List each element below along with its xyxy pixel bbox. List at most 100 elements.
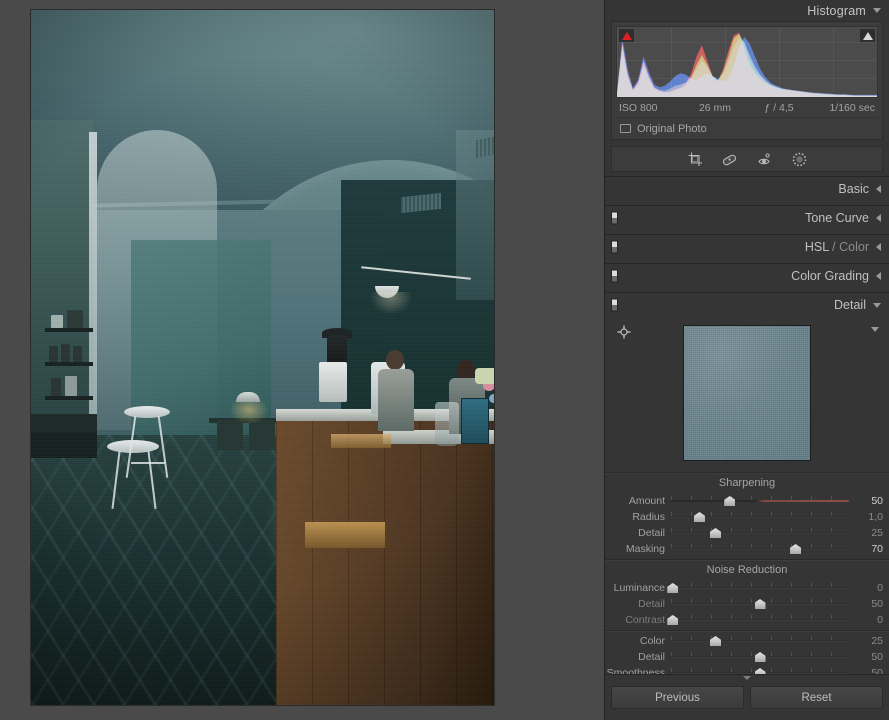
- develop-right-panel: Histogram ISO 800 26 mm ƒ / 4,5 1/160 se…: [604, 0, 889, 720]
- highlight-clipping-triangle: [862, 31, 873, 40]
- loupe-target-icon[interactable]: [617, 325, 631, 339]
- slider-value[interactable]: 50: [849, 495, 883, 507]
- chevron-down-icon[interactable]: [873, 302, 881, 308]
- previous-button[interactable]: Previous: [611, 686, 744, 709]
- detail-zoom-preview[interactable]: [683, 325, 811, 461]
- slider-track-area[interactable]: [671, 493, 849, 508]
- bandage-icon[interactable]: [721, 151, 738, 168]
- photo-canvas: [0, 0, 604, 720]
- slider-masking[interactable]: Masking 70: [605, 541, 889, 556]
- lightroom-develop-window: Histogram ISO 800 26 mm ƒ / 4,5 1/160 se…: [0, 0, 889, 720]
- slider-color[interactable]: Color 25: [605, 633, 889, 648]
- preview-toggle-chevron-down-icon[interactable]: [871, 327, 879, 332]
- slider-value[interactable]: 25: [849, 635, 883, 647]
- panel-header-color-grading[interactable]: Color Grading: [605, 264, 889, 288]
- slider-track-area[interactable]: [671, 649, 849, 664]
- slider-track-area[interactable]: [667, 612, 849, 627]
- panel-collapse-chevron-icon[interactable]: [743, 676, 751, 680]
- panel-header-basic[interactable]: Basic: [605, 177, 889, 201]
- collapsed-panel-list: Basic Tone Curve HSL / Color Color Grading D…: [605, 176, 889, 317]
- original-photo-checkbox-icon[interactable]: [620, 124, 631, 133]
- slider-value[interactable]: 0: [849, 614, 883, 626]
- slider-value[interactable]: 50: [849, 598, 883, 610]
- panel-title: HSL / Color: [804, 240, 869, 254]
- slider-radius[interactable]: Radius 1,0: [605, 509, 889, 524]
- panel-enable-switch[interactable]: [611, 298, 618, 312]
- slider-label: Masking: [625, 542, 665, 555]
- panel-title: Detail: [834, 298, 866, 312]
- detail-panel-body: Sharpening Amount 50 Radius 1,0 Detail 25 Mask…: [605, 317, 889, 674]
- highlight-clipping-button[interactable]: [860, 29, 875, 42]
- slider-track-area[interactable]: [671, 665, 849, 674]
- slider-label: Amount: [628, 494, 665, 507]
- divider: [605, 472, 889, 473]
- chevron-left-icon[interactable]: [876, 243, 881, 251]
- slider-label: Detail: [638, 597, 665, 610]
- slider-track-area[interactable]: [667, 580, 849, 595]
- histogram-header[interactable]: Histogram: [605, 0, 889, 21]
- slider-label: Detail: [638, 650, 665, 663]
- slider-value[interactable]: 50: [849, 651, 883, 663]
- panel-header-tone-curve[interactable]: Tone Curve: [605, 206, 889, 230]
- slider-luminance[interactable]: Luminance 0: [605, 580, 889, 595]
- cafe-interior-photo[interactable]: [31, 10, 494, 705]
- slider-detail[interactable]: Detail 25: [605, 525, 889, 540]
- slider-label: Radius: [632, 510, 665, 523]
- slider-track-area[interactable]: [671, 596, 849, 611]
- detail-preview-row: [605, 317, 889, 469]
- shadow-clipping-button[interactable]: [619, 29, 634, 42]
- sharpening-group-label: Sharpening: [718, 477, 776, 489]
- histogram-title: Histogram: [807, 3, 866, 18]
- shadow-clipping-triangle: [621, 31, 632, 40]
- sharpening-sliders: Amount 50 Radius 1,0 Detail 25 Masking 70: [605, 493, 889, 556]
- color-noise-sliders: Color 25 Detail 50 Smoothness 50: [605, 633, 889, 674]
- slider-track-area[interactable]: [671, 509, 849, 524]
- panel-title: Tone Curve: [805, 211, 869, 225]
- panel-enable-switch[interactable]: [611, 240, 618, 254]
- histogram-plot[interactable]: [616, 26, 878, 98]
- divider: [605, 630, 889, 631]
- vignette: [31, 10, 494, 705]
- panel-header-detail[interactable]: Detail: [605, 293, 889, 317]
- panel-header-hsl[interactable]: HSL / Color: [605, 235, 889, 259]
- luminance-noise-sliders: Luminance 0 Detail 50 Contrast 0: [605, 580, 889, 627]
- crop-icon[interactable]: [686, 151, 703, 168]
- chevron-left-icon[interactable]: [876, 272, 881, 280]
- slider-track-area[interactable]: [671, 525, 849, 540]
- panel-enable-switch[interactable]: [611, 269, 618, 283]
- masking-circle-icon[interactable]: [791, 151, 808, 168]
- slider-track: [671, 548, 849, 550]
- slider-value[interactable]: 70: [849, 543, 883, 555]
- chevron-down-icon[interactable]: [873, 8, 881, 13]
- slider-smoothness[interactable]: Smoothness 50: [605, 665, 889, 674]
- shutter-speed-value: 1/160 sec: [829, 101, 875, 114]
- right-panel-scroll[interactable]: Histogram ISO 800 26 mm ƒ / 4,5 1/160 se…: [605, 0, 889, 674]
- slider-amount[interactable]: Amount 50: [605, 493, 889, 508]
- slider-label: Luminance: [613, 581, 665, 594]
- photo-metadata: ISO 800 26 mm ƒ / 4,5 1/160 sec: [616, 98, 878, 117]
- slider-detail[interactable]: Detail 50: [605, 649, 889, 664]
- photo-frame[interactable]: [31, 10, 494, 705]
- slider-track: [671, 532, 849, 534]
- slider-value[interactable]: 50: [849, 667, 883, 675]
- red-eye-icon[interactable]: [756, 151, 773, 168]
- slider-track-area[interactable]: [671, 541, 849, 556]
- chevron-left-icon[interactable]: [876, 185, 881, 193]
- iso-value: ISO 800: [619, 101, 658, 114]
- slider-track: [671, 619, 849, 621]
- slider-value[interactable]: 1,0: [849, 511, 883, 523]
- reset-button[interactable]: Reset: [750, 686, 883, 709]
- panel-title: Basic: [838, 182, 869, 196]
- original-photo-row[interactable]: Original Photo: [616, 117, 878, 139]
- panel-title-secondary: / Color: [828, 240, 869, 254]
- slider-detail[interactable]: Detail 50: [605, 596, 889, 611]
- focal-length-value: 26 mm: [698, 101, 732, 114]
- panel-enable-switch[interactable]: [611, 211, 618, 225]
- slider-track-area[interactable]: [671, 633, 849, 648]
- panel-bottom-bar: Previous Reset: [605, 674, 889, 720]
- slider-track: [671, 587, 849, 589]
- slider-value[interactable]: 25: [849, 527, 883, 539]
- slider-value[interactable]: 0: [849, 582, 883, 594]
- slider-contrast[interactable]: Contrast 0: [605, 612, 889, 627]
- chevron-left-icon[interactable]: [876, 214, 881, 222]
